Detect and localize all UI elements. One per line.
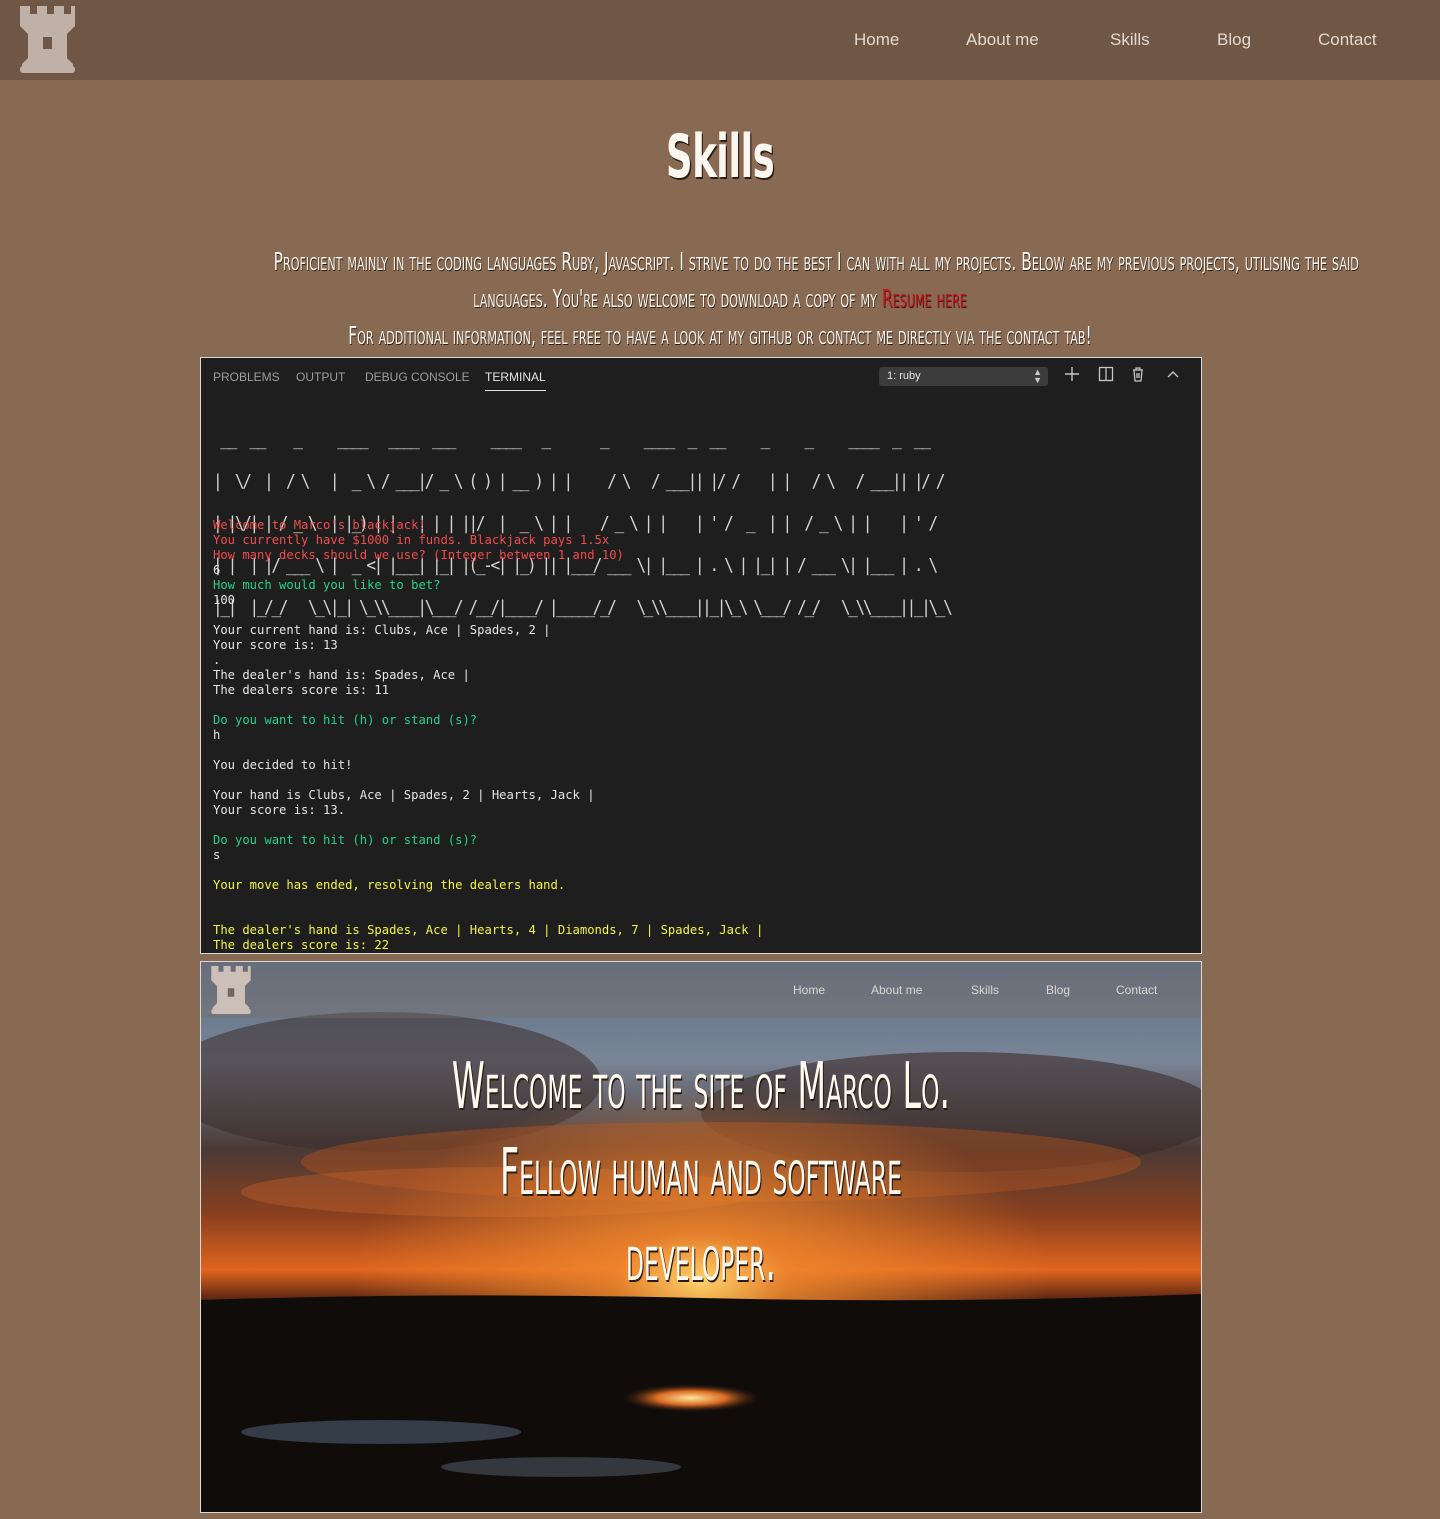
terminal-output: Welcome to Marco's blackjack! You current… bbox=[213, 518, 763, 953]
hero-line-3: developer. bbox=[626, 1222, 776, 1296]
terminal-line: s bbox=[213, 848, 221, 862]
terminal-line: . bbox=[213, 653, 221, 667]
terminal-line: 100 bbox=[213, 593, 236, 607]
terminal-line: Your move has ended, resolving the deale… bbox=[213, 878, 566, 892]
tab-problems[interactable]: PROBLEMS bbox=[213, 370, 280, 384]
preview-nav-about-me: About me bbox=[871, 983, 923, 997]
terminal-line: The dealer's hand is: Spades, Ace | bbox=[213, 668, 470, 682]
terminal-line: Do you want to hit (h) or stand (s)? bbox=[213, 833, 478, 847]
terminal-line: How many decks should we use? (Integer b… bbox=[213, 548, 624, 562]
shell-select-value: 1: ruby bbox=[887, 370, 921, 382]
intro-line-2: languages. You're also welcome to downlo… bbox=[274, 280, 1167, 317]
intro-line-1: Proficient mainly in the coding language… bbox=[273, 247, 1359, 276]
terminal-line: h bbox=[213, 728, 221, 742]
trash-icon[interactable] bbox=[1129, 366, 1147, 384]
terminal-line: The dealers score is: 22 bbox=[213, 938, 390, 952]
terminal-line: Your hand is Clubs, Ace | Spades, 2 | He… bbox=[213, 788, 595, 802]
split-icon[interactable] bbox=[1097, 366, 1115, 384]
intro-line-3: For additional information, feel free to… bbox=[348, 321, 1092, 350]
terminal-line: The dealer's hand is Spades, Ace | Heart… bbox=[213, 923, 764, 937]
hero-line-2: Fellow human and software bbox=[500, 1136, 902, 1210]
castle-rook-icon[interactable] bbox=[20, 6, 75, 73]
terminal-line: How much would you like to bet? bbox=[213, 578, 441, 592]
preview-nav-blog: Blog bbox=[1046, 983, 1071, 997]
castle-rook-icon bbox=[211, 966, 251, 1014]
nav-blog[interactable]: Blog bbox=[1217, 30, 1251, 50]
preview-header: Home About me Skills Blog Contact bbox=[201, 962, 1201, 1018]
plus-icon[interactable] bbox=[1063, 366, 1081, 384]
tab-output[interactable]: OUTPUT bbox=[296, 370, 345, 384]
terminal-line: Your score is: 13 bbox=[213, 638, 338, 652]
terminal-line: 6 bbox=[213, 563, 221, 577]
nav-contact[interactable]: Contact bbox=[1318, 30, 1377, 50]
preview-hero-text: Welcome to the site of Marco Lo. Fellow … bbox=[201, 1044, 1201, 1302]
nav-about-me[interactable]: About me bbox=[966, 30, 1039, 50]
tab-debug-console[interactable]: DEBUG CONSOLE bbox=[365, 370, 470, 384]
nav-home[interactable]: Home bbox=[854, 30, 899, 50]
hero-line-1: Welcome to the site of Marco Lo. bbox=[451, 1050, 951, 1124]
select-arrows-icon: ▲ ▼ bbox=[1033, 367, 1042, 385]
preview-nav-skills: Skills bbox=[971, 983, 1000, 997]
website-preview-screenshot: Home About me Skills Blog Contact Welcom… bbox=[200, 961, 1202, 1513]
resume-link[interactable]: Resume here bbox=[882, 284, 967, 313]
skills-intro: Proficient mainly in the coding language… bbox=[0, 243, 1440, 354]
terminal-line: Welcome to Marco's blackjack! bbox=[213, 518, 426, 532]
terminal-line: The dealers score is: 11 bbox=[213, 683, 390, 697]
ascii-line: | \/ | / \ | _ \ / ___|/ _ \ ( ) | __ ) … bbox=[213, 472, 945, 492]
page-title: Skills bbox=[665, 122, 775, 192]
preview-nav-home: Home bbox=[793, 983, 826, 997]
chevron-up-icon[interactable] bbox=[1164, 366, 1182, 384]
blackjack-terminal-screenshot: PROBLEMS OUTPUT DEBUG CONSOLE TERMINAL 1… bbox=[200, 357, 1202, 954]
ascii-line: __ __ _ ____ ____ ___ ____ _ _ ____ _ __… bbox=[213, 430, 931, 450]
terminal-line: Your score is: 13. bbox=[213, 803, 346, 817]
terminal-line: Your current hand is: Clubs, Ace | Spade… bbox=[213, 623, 551, 637]
shell-select[interactable]: 1: ruby ▲ ▼ bbox=[879, 367, 1048, 386]
terminal-line: You decided to hit! bbox=[213, 758, 353, 772]
tab-terminal[interactable]: TERMINAL bbox=[485, 370, 546, 391]
intro-line-2-text: languages. You're also welcome to downlo… bbox=[473, 284, 882, 313]
terminal-line: Do you want to hit (h) or stand (s)? bbox=[213, 713, 478, 727]
nav-skills[interactable]: Skills bbox=[1110, 30, 1150, 50]
terminal-line: You currently have $1000 in funds. Black… bbox=[213, 533, 610, 547]
site-header: Home About me Skills Blog Contact bbox=[0, 0, 1440, 80]
preview-nav-contact: Contact bbox=[1116, 983, 1158, 997]
